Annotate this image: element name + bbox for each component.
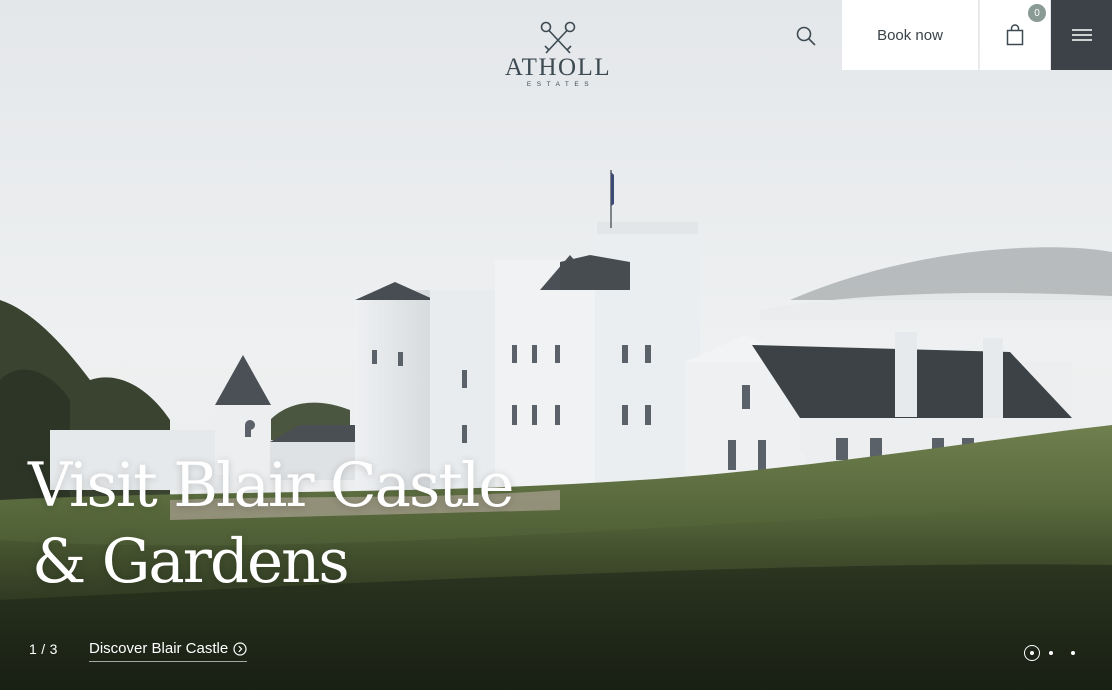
search-button[interactable] — [788, 18, 824, 54]
slide-dot-2[interactable] — [1040, 645, 1062, 661]
hero-section: ATHOLL ESTATES Book now 0 Visit Blair Ca… — [0, 0, 1112, 690]
brand-subtitle: ESTATES — [526, 81, 595, 88]
hero-title-line-2: & Gardens — [32, 526, 350, 597]
discover-link-label: Discover Blair Castle — [89, 640, 229, 657]
discover-link[interactable]: Discover Blair Castle — [89, 640, 248, 662]
brand-name: ATHOLL — [504, 54, 612, 81]
slide-dot-1[interactable] — [1024, 645, 1040, 661]
hero-title: Visit Blair Castle & Gardens — [28, 448, 628, 600]
menu-button[interactable] — [1051, 0, 1112, 70]
crossed-keys-icon — [540, 21, 576, 54]
slide-counter: 1 / 3 — [29, 641, 58, 657]
circle-chevron-right-icon — [233, 641, 247, 656]
hero-title-line-1: Visit Blair Castle — [28, 450, 514, 521]
cart-count-badge: 0 — [1028, 4, 1046, 22]
slide-pagination — [1024, 644, 1084, 662]
book-now-button[interactable]: Book now — [842, 0, 978, 70]
search-icon — [796, 26, 816, 46]
brand-logo[interactable]: ATHOLL ESTATES — [500, 20, 616, 89]
hamburger-menu-icon — [1071, 29, 1092, 41]
slide-dot-3[interactable] — [1062, 645, 1084, 661]
shopping-bag-icon — [1006, 24, 1024, 46]
